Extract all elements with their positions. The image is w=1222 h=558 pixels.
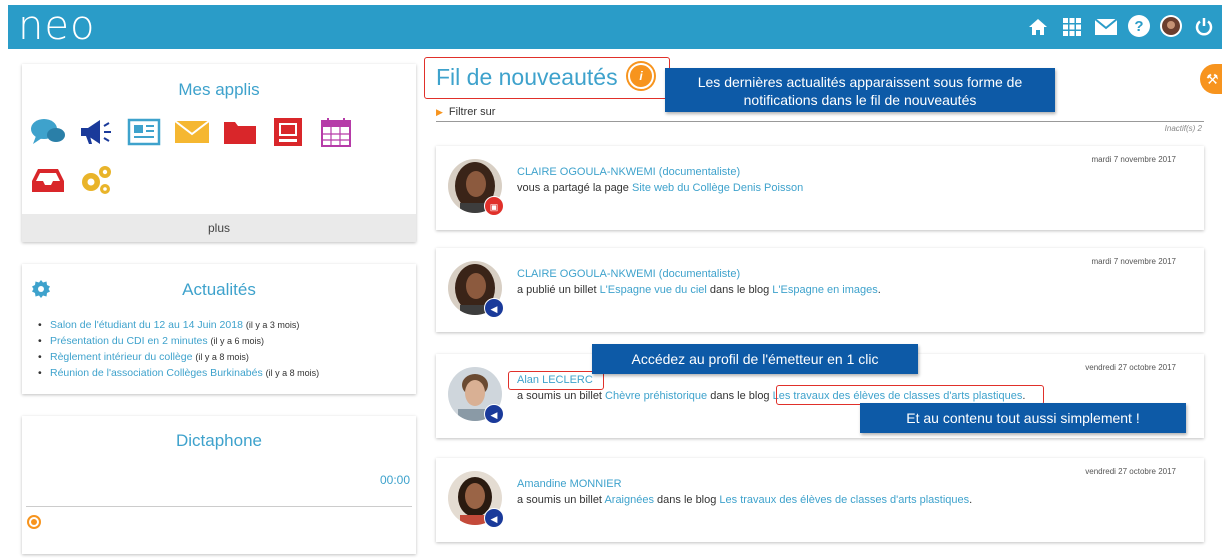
news-item-ago: (il y a 3 mois) — [245, 320, 300, 330]
megaphone-badge-icon: ◀ — [484, 404, 504, 424]
feed-card: ▣ CLAIRE OGOULA-NKWEMI (documentaliste) … — [436, 146, 1204, 230]
apps-panel: Mes applis plus — [22, 64, 416, 242]
card-date: mardi 7 novembre 2017 — [1091, 257, 1177, 266]
dictaphone-title: Dictaphone — [175, 431, 262, 450]
news-item-title[interactable]: Règlement intérieur du collège — [50, 351, 192, 363]
tools-icon[interactable]: ⚒ — [1200, 64, 1222, 94]
apps-title: Mes applis — [178, 80, 260, 99]
news-item[interactable]: Présentation du CDI en 2 minutes (il y a… — [38, 333, 319, 349]
record-icon[interactable] — [27, 515, 41, 529]
author-link[interactable]: CLAIRE OGOULA-NKWEMI (documentaliste) — [517, 166, 740, 178]
gears-icon[interactable] — [78, 164, 114, 196]
envelope-icon[interactable] — [174, 116, 210, 148]
author-link[interactable]: Amandine MONNIER — [517, 478, 622, 490]
app-grid — [30, 116, 380, 196]
dictaphone-panel: Dictaphone 00:00 — [22, 416, 416, 554]
content-link[interactable]: Araignées — [604, 494, 654, 506]
calendar-icon[interactable] — [318, 116, 354, 148]
news-list: Salon de l'étudiant du 12 au 14 Juin 201… — [38, 317, 320, 381]
content-highlight — [776, 385, 1044, 405]
chat-icon[interactable] — [30, 116, 66, 148]
news-item-title[interactable]: Salon de l'étudiant du 12 au 14 Juin 201… — [50, 319, 243, 331]
neo-logo[interactable]: neo — [18, 3, 95, 49]
content-link[interactable]: Site web du Collège Denis Poisson — [632, 182, 803, 194]
inbox-icon[interactable] — [30, 164, 66, 196]
filter-toggle[interactable]: ▶ Filtrer sur — [436, 106, 495, 118]
message-text: a soumis un billet — [517, 494, 605, 506]
message-text: a publié un billet — [517, 284, 600, 296]
blog-link[interactable]: L'Espagne en images — [772, 284, 877, 296]
feed-card: ◀ Amandine MONNIER a soumis un billet Ar… — [436, 458, 1204, 542]
news-item-ago: (il y a 6 mois) — [210, 336, 265, 346]
pages-icon[interactable] — [270, 116, 306, 148]
filter-divider — [436, 121, 1204, 122]
top-bar: neo ? — [8, 3, 1222, 49]
folder-icon[interactable] — [222, 116, 258, 148]
filter-label: Filtrer sur — [448, 106, 496, 118]
news-item-title[interactable]: Présentation du CDI en 2 minutes — [50, 335, 208, 347]
help-icon[interactable]: ? — [1128, 15, 1150, 37]
newspaper-icon[interactable] — [126, 116, 162, 148]
tooltip-author: Accédez au profil de l'émetteur en 1 cli… — [592, 344, 918, 374]
apps-grid-icon[interactable] — [1060, 15, 1084, 39]
news-item[interactable]: Règlement intérieur du collège (il y a 8… — [38, 349, 319, 365]
news-title: Actualités — [182, 280, 256, 299]
blog-link[interactable]: Les travaux des élèves de classes d'arts… — [719, 494, 969, 506]
message-text: . — [877, 284, 881, 296]
content-link[interactable]: L'Espagne vue du ciel — [600, 284, 707, 296]
inactive-count[interactable]: Inactif(s) 2 — [1165, 124, 1202, 133]
message-text: vous a partagé la page — [517, 182, 632, 194]
author-link[interactable]: CLAIRE OGOULA-NKWEMI (documentaliste) — [517, 268, 740, 280]
megaphone-badge-icon: ◀ — [484, 298, 504, 318]
news-item-title[interactable]: Réunion de l'association Collèges Burkin… — [50, 367, 263, 379]
message-text: a soumis un billet — [517, 390, 606, 402]
tooltip-feed-info: Les dernières actualités apparaissent so… — [665, 68, 1055, 112]
message-text: dans le blog — [707, 390, 773, 402]
feed-title: Fil de nouveautés — [436, 64, 618, 90]
news-item-ago: (il y a 8 mois) — [195, 352, 249, 362]
mail-icon[interactable] — [1094, 15, 1118, 39]
home-icon[interactable] — [1026, 15, 1050, 39]
card-message: a soumis un billet Araignées dans le blo… — [517, 494, 972, 506]
news-panel: Actualités Salon de l'étudiant du 12 au … — [22, 264, 416, 394]
triangle-right-icon: ▶ — [436, 107, 443, 117]
news-item-ago: (il y a 8 mois) — [265, 368, 320, 378]
news-item[interactable]: Salon de l'étudiant du 12 au 14 Juin 201… — [38, 317, 319, 333]
header-icons: ? — [1026, 15, 1216, 39]
more-apps-button[interactable]: plus — [22, 214, 416, 242]
card-date: vendredi 27 octobre 2017 — [1085, 363, 1176, 372]
megaphone-icon[interactable] — [78, 116, 114, 148]
card-date: mardi 7 novembre 2017 — [1091, 155, 1177, 164]
info-icon[interactable]: i — [628, 63, 654, 89]
message-text: . — [969, 494, 973, 506]
card-message: vous a partagé la page Site web du Collè… — [517, 182, 803, 194]
user-avatar[interactable] — [1160, 15, 1182, 37]
divider — [26, 506, 412, 507]
card-date: vendredi 27 octobre 2017 — [1085, 467, 1176, 476]
recording-time: 00:00 — [379, 473, 410, 487]
news-item[interactable]: Réunion de l'association Collèges Burkin… — [38, 365, 320, 381]
message-text: dans le blog — [653, 494, 720, 506]
tooltip-content: Et au contenu tout aussi simplement ! — [860, 403, 1186, 433]
author-highlight — [508, 371, 604, 390]
page-badge-icon: ▣ — [484, 196, 504, 216]
power-icon[interactable] — [1192, 15, 1216, 39]
content-link[interactable]: Chèvre préhistorique — [605, 390, 707, 402]
message-text: dans le blog — [706, 284, 773, 296]
feed-card: ◀ CLAIRE OGOULA-NKWEMI (documentaliste) … — [436, 248, 1204, 332]
card-message: a publié un billet L'Espagne vue du ciel… — [517, 284, 881, 296]
megaphone-badge-icon: ◀ — [484, 508, 504, 528]
